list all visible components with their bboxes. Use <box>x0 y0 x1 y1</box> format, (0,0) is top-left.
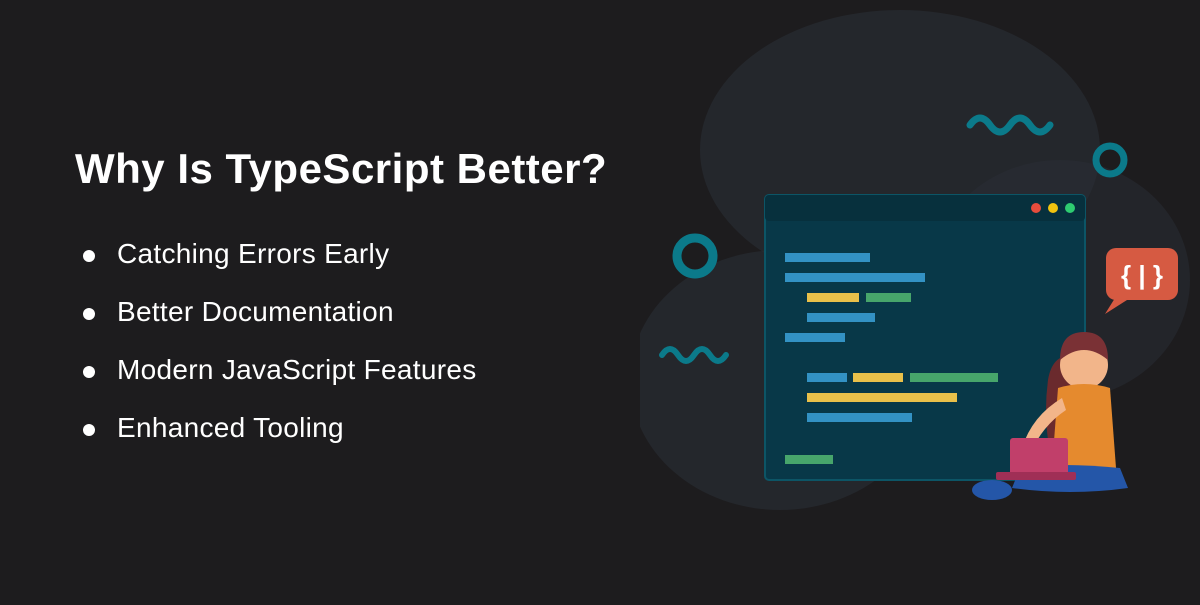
list-item: Modern JavaScript Features <box>75 354 607 386</box>
list-item: Catching Errors Early <box>75 238 607 270</box>
illustration-area: { | } <box>640 0 1200 600</box>
circle-icon <box>677 238 713 274</box>
page-title: Why Is TypeScript Better? <box>75 145 607 193</box>
svg-text:{ | }: { | } <box>1121 260 1163 290</box>
list-item: Better Documentation <box>75 296 607 328</box>
list-item: Enhanced Tooling <box>75 412 607 444</box>
bullet-list: Catching Errors Early Better Documentati… <box>75 238 607 444</box>
text-content: Why Is TypeScript Better? Catching Error… <box>75 145 607 470</box>
